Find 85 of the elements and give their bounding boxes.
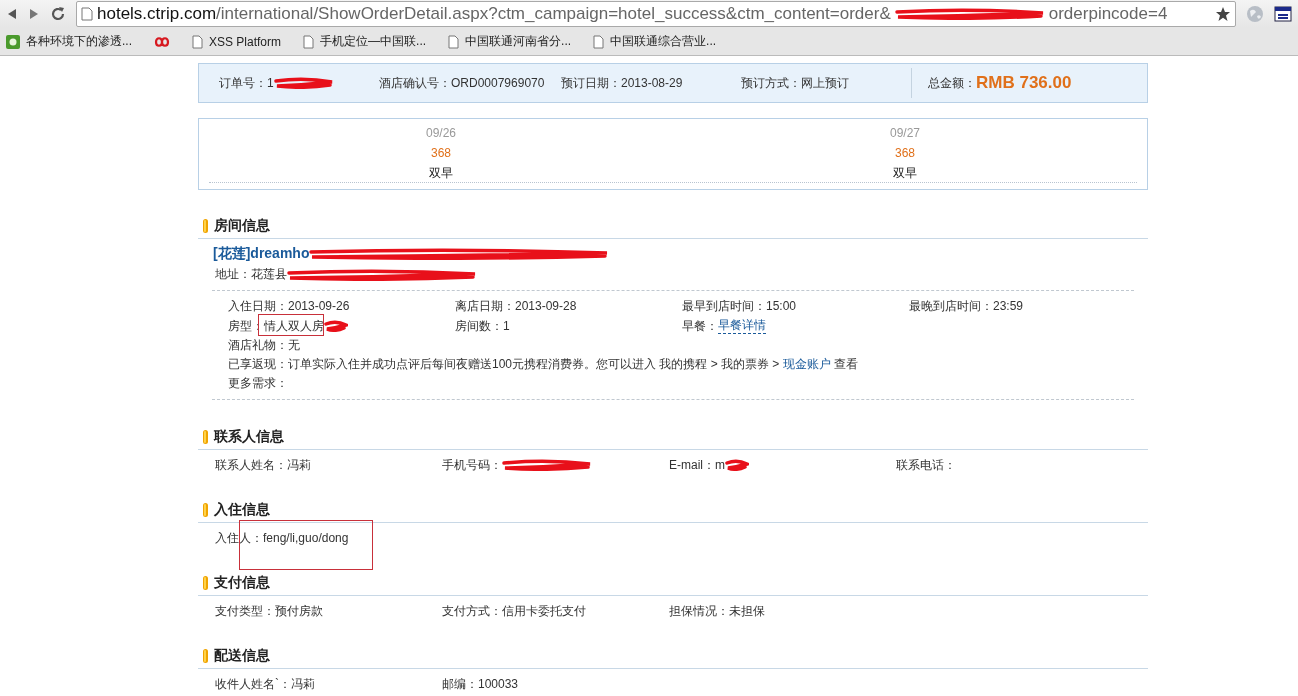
field-label: E-mail： [669, 457, 715, 473]
page-icon [81, 7, 93, 21]
total-label: 总金额： [928, 74, 976, 92]
field-label: 房间数： [455, 317, 503, 334]
url-text: orderpincode=4 [1048, 4, 1168, 24]
night-price: 368 [431, 145, 451, 161]
night-date: 09/27 [890, 125, 920, 141]
section-title: 房间信息 [214, 217, 270, 235]
field-label: 酒店确认号： [379, 74, 451, 92]
breakfast-text: 双早 [893, 165, 917, 181]
bookmark[interactable]: 中国联通综合营业... [593, 33, 717, 50]
reload-icon[interactable] [50, 6, 66, 22]
field-value: 情人双人房 [264, 317, 324, 334]
bar-icon [203, 576, 208, 590]
field-label: 支付类型： [215, 603, 275, 619]
total-amount: RMB 736.00 [976, 73, 1072, 93]
bar-icon [203, 649, 208, 663]
field-label: 收件人姓名`： [215, 676, 291, 692]
field-label: 房型： [228, 317, 264, 334]
field-value: 信用卡委托支付 [502, 603, 586, 619]
field-label: 酒店礼物： [228, 337, 288, 353]
bar-icon [203, 430, 208, 444]
field-value: 1 [267, 76, 274, 90]
section-title: 入住信息 [214, 501, 270, 519]
bookmark[interactable]: 中国联通河南省分... [448, 33, 572, 50]
field-value: 100033 [478, 676, 519, 692]
field-value: 冯莉 [291, 676, 315, 692]
field-value: 未担保 [729, 603, 765, 619]
url-text: hotels.ctrip.com/international/ShowOrderDetail.aspx?ctm_campaign=hotel_success&ctm_content=order& [97, 4, 891, 24]
section-title: 联系人信息 [214, 428, 284, 446]
field-value: feng/li,guo/dong [263, 530, 349, 546]
hotel-address: 地址：花莲县 [215, 266, 287, 283]
night-price: 368 [895, 145, 915, 161]
field-label: 担保情况： [669, 603, 729, 619]
field-value: 1 [503, 317, 510, 334]
field-value: 冯莉 [287, 457, 311, 473]
breakfast-details-link[interactable]: 早餐详情 [718, 317, 766, 334]
field-value: 订单实际入住并成功点评后每间夜赠送100元携程消费券。您可以进入 我的携程 > 我的票券 > 现金账户 查看 [288, 356, 859, 372]
bar-icon [203, 503, 208, 517]
field-value: 无 [288, 337, 300, 353]
field-label: 离店日期： [455, 298, 515, 314]
address-bar[interactable]: hotels.ctrip.com/international/ShowOrderDetail.aspx?ctm_campaign=hotel_success&ctm_content=order& orderpincode=4 [76, 1, 1236, 27]
bookmark[interactable]: XSS Platform [192, 34, 282, 49]
bookmark[interactable] [154, 35, 170, 48]
field-label: 联系电话： [896, 457, 956, 473]
page-icon [192, 34, 203, 49]
field-value: 2013-09-28 [515, 298, 577, 314]
field-label: 支付方式： [442, 603, 502, 619]
account-link[interactable]: 现金账户 [782, 357, 831, 371]
bookmark[interactable]: 手机定位—中国联... [303, 33, 427, 50]
field-label: 入住日期： [228, 298, 288, 314]
forward-icon[interactable] [28, 8, 40, 20]
field-value: 2013-08-29 [621, 76, 683, 90]
field-value: 2013-09-26 [288, 298, 350, 314]
knot-logo-icon [154, 35, 170, 48]
section-title: 配送信息 [214, 647, 270, 665]
page-icon [303, 34, 315, 49]
field-value: 网上预订 [801, 74, 849, 92]
page-icon [593, 34, 605, 49]
field-label: 早餐： [682, 317, 718, 334]
field-label: 邮编： [442, 676, 478, 692]
night-date: 09/26 [426, 125, 456, 141]
app-icon [6, 34, 20, 49]
page-icon [448, 34, 460, 49]
field-value: 23:59 [993, 298, 1024, 314]
back-icon[interactable] [6, 8, 18, 20]
field-label: 最早到店时间： [682, 298, 766, 314]
field-value: m [715, 457, 725, 473]
section-title: 支付信息 [214, 574, 270, 592]
breakfast-text: 双早 [429, 165, 453, 181]
field-label: 更多需求： [228, 375, 288, 391]
field-label: 已享返现： [228, 356, 288, 372]
field-label: 订单号： [219, 74, 267, 92]
bookmark[interactable]: 各种环境下的渗透... [6, 33, 132, 50]
bar-icon [203, 219, 208, 233]
field-label: 手机号码： [442, 457, 502, 473]
star-icon[interactable] [1215, 6, 1231, 22]
field-label: 联系人姓名： [215, 457, 287, 473]
field-value: 15:00 [766, 298, 797, 314]
field-label: 最晚到店时间： [909, 298, 993, 314]
field-label: 预订方式： [741, 74, 801, 92]
hotel-name-link[interactable]: [花莲]dreamho [213, 245, 310, 263]
field-value: 预付房款 [275, 603, 323, 619]
field-value: ORD0007969070 [451, 76, 545, 90]
field-label: 预订日期： [561, 74, 621, 92]
